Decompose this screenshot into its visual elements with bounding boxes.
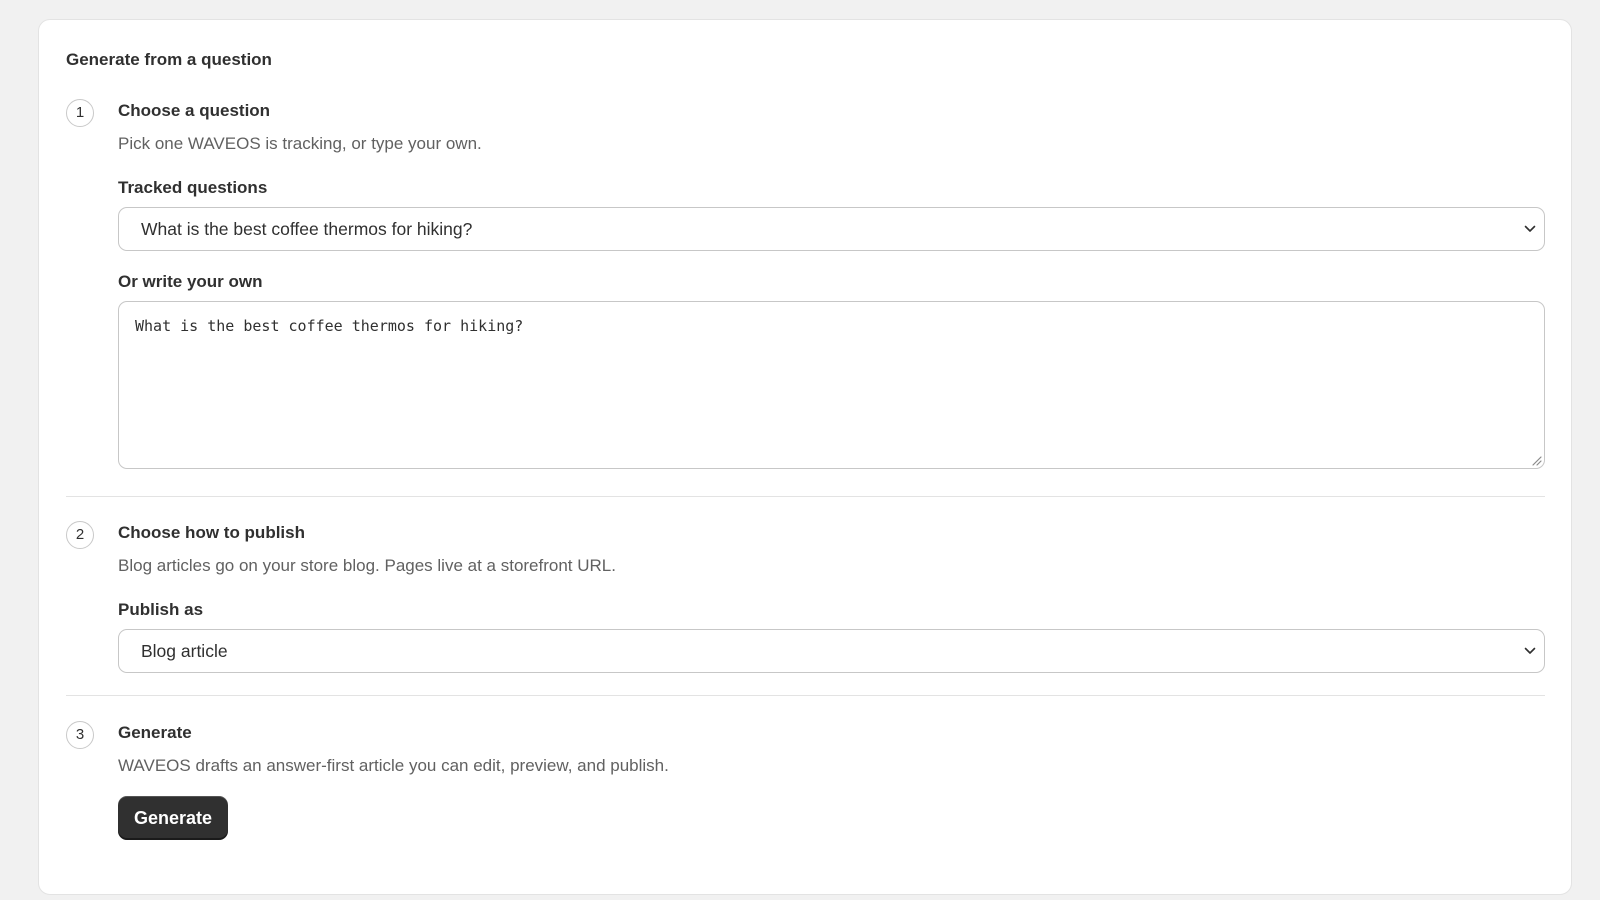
card-title: Generate from a question (66, 50, 272, 69)
chevron-down-icon (1524, 225, 1536, 232)
tracked-questions-select[interactable]: What is the best coffee thermos for hiki… (118, 207, 1545, 251)
resize-handle-icon[interactable] (1530, 454, 1542, 466)
step-generate: 3 Generate WAVEOS drafts an answer-first… (66, 721, 1545, 851)
chevron-down-icon (1524, 647, 1536, 654)
step-number: 3 (66, 721, 94, 749)
section-divider (66, 496, 1545, 497)
step-choose-question: 1 Choose a question Pick one WAVEOS is t… (66, 99, 1545, 479)
generate-card: Generate from a question 1 Choose a ques… (38, 19, 1572, 895)
step-title: Generate (118, 723, 192, 742)
tracked-questions-value: What is the best coffee thermos for hiki… (141, 219, 473, 239)
step-title: Choose a question (118, 101, 271, 120)
step-description: WAVEOS drafts an answer-first article yo… (118, 756, 669, 775)
step-title: Choose how to publish (118, 523, 305, 542)
step-description: Pick one WAVEOS is tracking, or type you… (118, 134, 482, 153)
publish-as-value: Blog article (141, 641, 228, 661)
generate-button[interactable]: Generate (118, 796, 228, 840)
step-description: Blog articles go on your store blog. Pag… (118, 556, 616, 575)
publish-as-label: Publish as (118, 600, 204, 619)
publish-as-select[interactable]: Blog article (118, 629, 1545, 673)
step-number: 1 (66, 99, 94, 127)
custom-question-label: Or write your own (118, 272, 263, 291)
section-divider (66, 695, 1545, 696)
tracked-questions-label: Tracked questions (118, 178, 268, 197)
step-choose-publish: 2 Choose how to publish Blog articles go… (66, 521, 1545, 681)
custom-question-textarea[interactable]: What is the best coffee thermos for hiki… (118, 301, 1545, 469)
step-number: 2 (66, 521, 94, 549)
custom-question-value: What is the best coffee thermos for hiki… (135, 317, 524, 335)
